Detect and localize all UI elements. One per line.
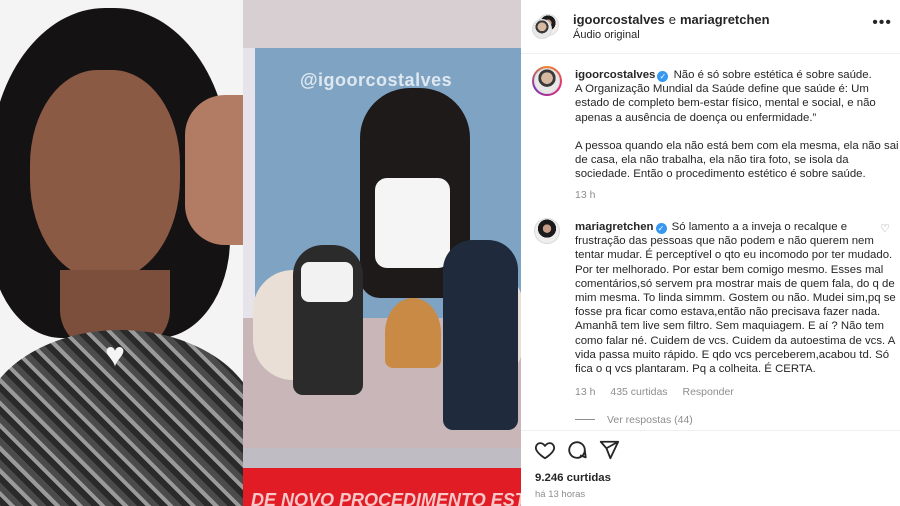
heart-icon[interactable]: [534, 439, 556, 461]
caption-meta: 13 h: [575, 189, 607, 201]
more-horizontal-icon[interactable]: •••: [872, 14, 892, 32]
share-icon[interactable]: [598, 439, 620, 461]
header-user1[interactable]: igoorcostalves: [573, 12, 665, 27]
comment-time: 13 h: [575, 386, 596, 398]
header-usernames: igoorcostalves e mariagretchen: [573, 12, 770, 27]
audio-label[interactable]: Áudio original: [573, 29, 640, 41]
studio-table: [385, 298, 441, 368]
view-replies-label[interactable]: Ver respostas (44): [607, 414, 693, 426]
video-frame[interactable]: @igoorcostalves DE NOVO PROCEDIMENTO EST…: [243, 0, 521, 506]
action-bar: 9.246 curtidas há 13 horas: [521, 430, 900, 506]
caption-text: igoorcostalves ✓ Não é só sobre estética …: [575, 68, 899, 182]
post-likes-count[interactable]: 9.246 curtidas: [535, 472, 611, 484]
instagram-post-panel: igoorcostalves e mariagretchen Áudio origi…: [521, 0, 900, 506]
comment-meta: 13 h 435 curtidas Responder: [575, 386, 746, 398]
caption-line-1: Não é só sobre estética é sobre saúde.: [673, 69, 872, 81]
comment-likes[interactable]: 435 curtidas: [610, 386, 667, 398]
left-photo: ♥: [0, 0, 243, 506]
photo-arm: [185, 95, 243, 245]
comment-icon[interactable]: [566, 439, 588, 461]
comment-heart-icon[interactable]: ♡: [880, 222, 890, 235]
screen-dress: [375, 178, 450, 268]
caption-line-2: A Organização Mundial da Saúde define qu…: [575, 83, 876, 124]
comment-body: Só lamento a a inveja o recalque e frust…: [575, 221, 896, 376]
header-user2[interactable]: mariagretchen: [680, 12, 770, 27]
comment-text: mariagretchen ✓ Só lamento a a inveja o r…: [575, 220, 899, 376]
caption-username[interactable]: igoorcostalves: [575, 69, 655, 81]
video-watermark: @igoorcostalves: [300, 70, 453, 90]
post-time: há 13 horas: [535, 489, 586, 500]
verified-badge-icon: ✓: [657, 71, 669, 82]
view-replies-button[interactable]: Ver respostas (44): [575, 414, 693, 426]
studio-top-band: [243, 0, 521, 48]
caption-line-3: A pessoa quando ela não está bem com ela…: [575, 140, 899, 181]
host-figure: [443, 240, 518, 430]
photo-face: [30, 70, 180, 280]
comment-username[interactable]: mariagretchen: [575, 221, 654, 233]
verified-badge-icon: ✓: [655, 223, 667, 234]
reply-button[interactable]: Responder: [682, 386, 733, 398]
replies-line: [575, 419, 595, 420]
collab-avatar-front[interactable]: [532, 19, 552, 39]
lower-third-text: DE NOVO PROCEDIMENTO ESTÉTI: [251, 490, 521, 506]
guest-top: [301, 262, 353, 302]
header-connector: e: [668, 12, 676, 27]
studio-floor: [243, 448, 521, 468]
heart-pendant-icon: ♥: [104, 336, 126, 374]
caption-avatar[interactable]: [534, 68, 560, 94]
caption-time: 13 h: [575, 189, 596, 201]
comment-avatar[interactable]: [534, 218, 560, 244]
post-header: igoorcostalves e mariagretchen Áudio origi…: [521, 0, 900, 54]
